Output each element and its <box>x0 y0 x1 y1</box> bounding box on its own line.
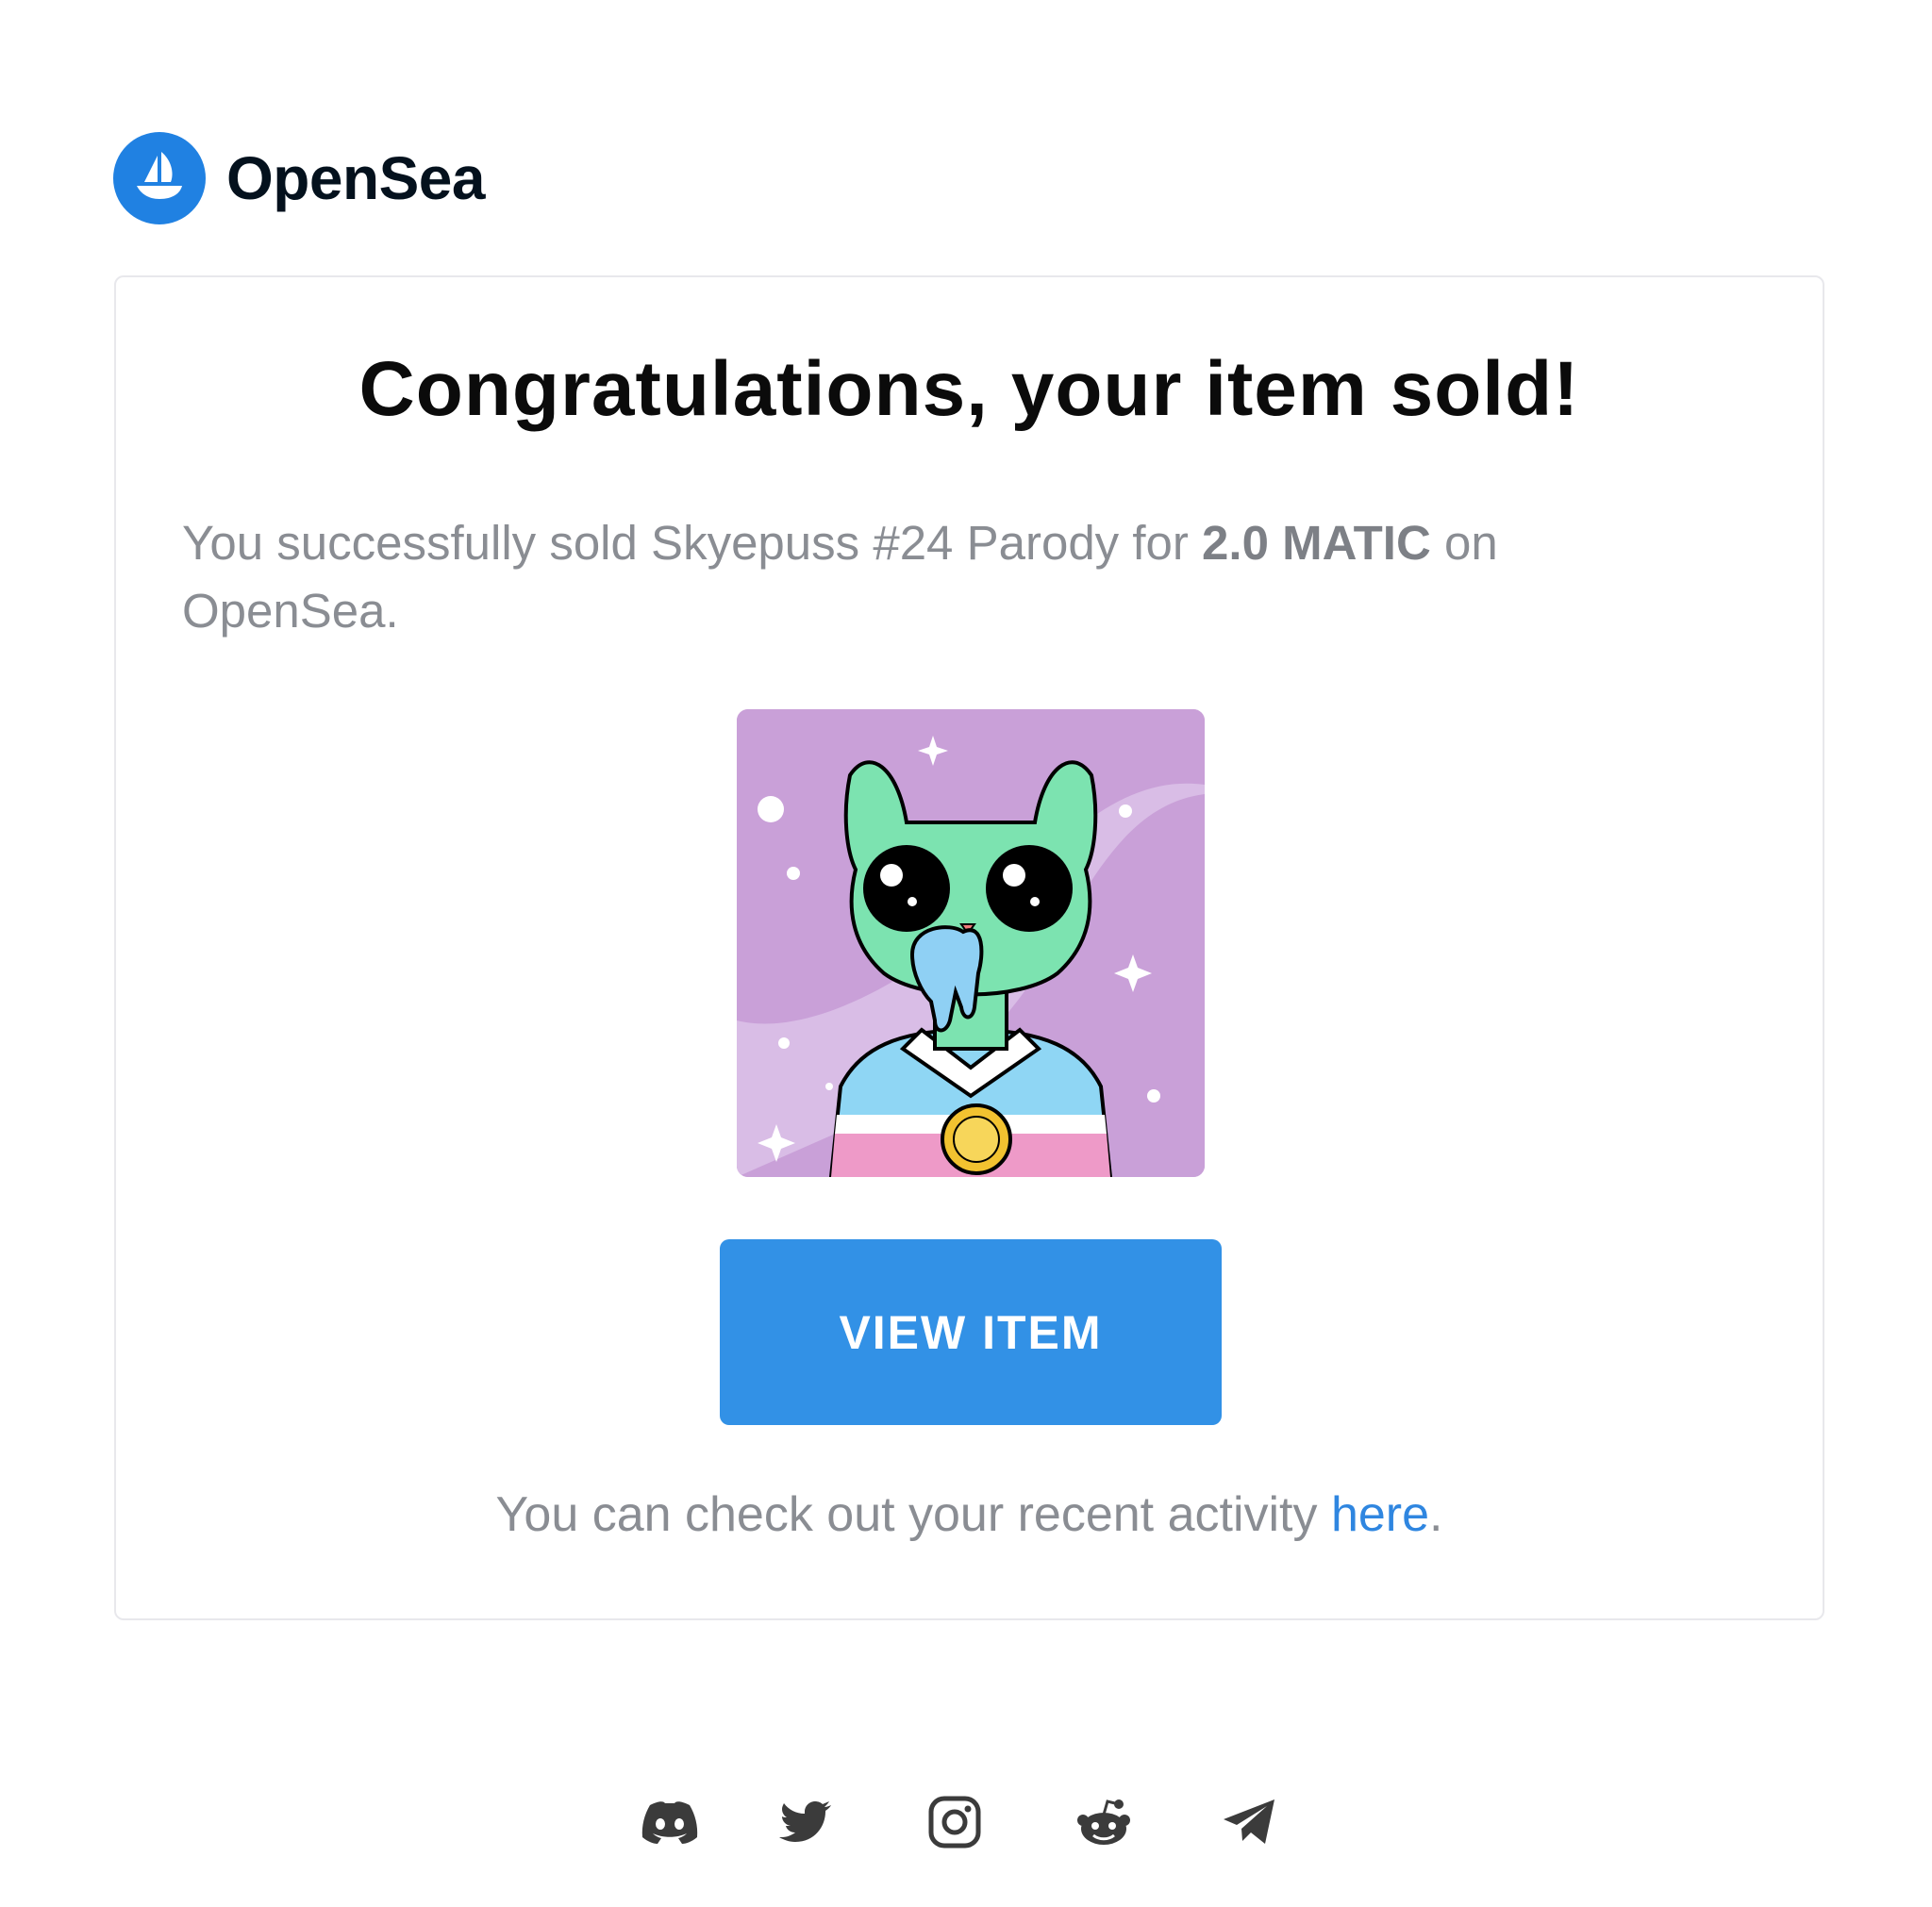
sale-notification-card: Congratulations, your item sold! You suc… <box>114 275 1824 1620</box>
opensea-logo-icon[interactable] <box>113 132 206 224</box>
card-title: Congratulations, your item sold! <box>358 346 1580 432</box>
instagram-icon[interactable] <box>924 1792 985 1852</box>
email-header: OpenSea <box>113 132 485 224</box>
sale-message-prefix: You successfully sold Skyepuss #24 Parod… <box>182 516 1203 570</box>
view-item-button[interactable]: VIEW ITEM <box>720 1239 1222 1425</box>
activity-note: You can check out your recent activity h… <box>116 1486 1823 1543</box>
activity-link[interactable]: here <box>1331 1487 1429 1542</box>
sale-price: 2.0 MATIC <box>1202 516 1431 570</box>
discord-icon[interactable] <box>640 1792 700 1852</box>
activity-note-suffix: . <box>1429 1487 1443 1542</box>
nft-image[interactable] <box>737 709 1205 1177</box>
telegram-icon[interactable] <box>1219 1792 1279 1852</box>
brand-name[interactable]: OpenSea <box>226 143 485 213</box>
twitter-icon[interactable] <box>775 1792 836 1852</box>
reddit-icon[interactable] <box>1074 1792 1134 1852</box>
social-links <box>0 1792 1932 1852</box>
activity-note-text: You can check out your recent activity <box>495 1487 1331 1542</box>
sale-message: You successfully sold Skyepuss #24 Parod… <box>182 509 1709 645</box>
